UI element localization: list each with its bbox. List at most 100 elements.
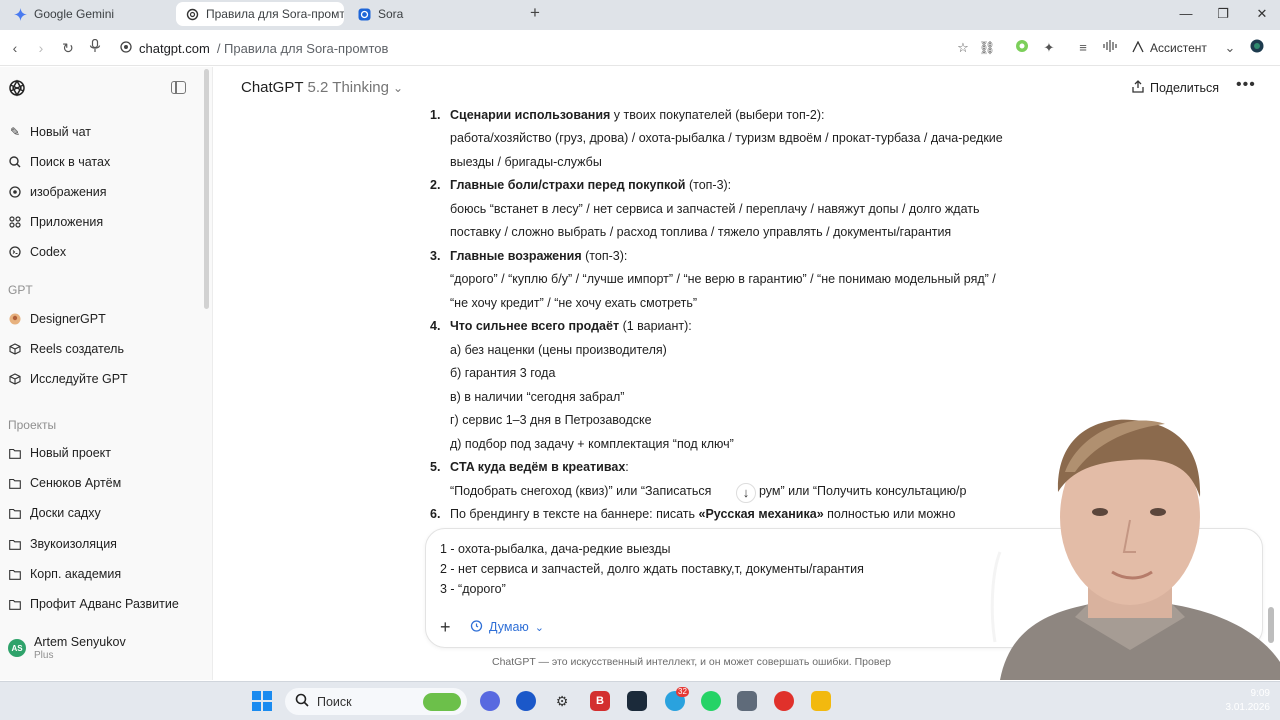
composer-text-line[interactable]: 3 - “дорого” (440, 582, 506, 596)
reload-icon[interactable]: ↻ (59, 39, 77, 57)
sidebar-item-images[interactable]: изображения (8, 181, 107, 203)
thinking-label: Думаю (489, 620, 529, 634)
sidebar-item-explore-gpt[interactable]: Исследуйте GPT (8, 368, 128, 390)
menu-lines-icon[interactable]: ≡ (1074, 39, 1092, 57)
whatsapp-icon[interactable] (701, 691, 721, 711)
share-button[interactable]: Поделиться (1132, 80, 1219, 96)
chevron-down-icon: ⌄ (534, 621, 544, 634)
sidebar-item-reels[interactable]: Reels создатель (8, 338, 124, 360)
bookmark-star-icon[interactable]: ☆ (954, 39, 972, 57)
notification-badge: 32 (676, 687, 689, 697)
folder-icon (8, 597, 22, 611)
bold-title: CTA куда ведём в креативах (450, 460, 626, 474)
model-selector[interactable]: ChatGPT 5.2 Thinking ⌄ (241, 79, 403, 96)
app-icon[interactable] (627, 691, 647, 711)
extensions-puzzle-icon[interactable]: ✦ (1040, 39, 1058, 57)
bold-title: Главные боли/страхи перед покупкой (450, 178, 686, 192)
calculator-icon[interactable] (737, 691, 757, 711)
microphone-icon[interactable] (86, 38, 104, 57)
list-item-text: работа/хозяйство (груз, дрова) / охота-р… (450, 131, 1003, 145)
scroll-down-button[interactable]: ↓ (736, 483, 756, 503)
extension-green-icon[interactable] (1013, 39, 1031, 57)
sidebar-item-project[interactable]: Новый проект (8, 442, 111, 464)
sidebar-item-project[interactable]: Корп. академия (8, 563, 121, 585)
list-option: в) в наличии “сегодня забрал” (450, 390, 625, 404)
back-icon[interactable]: ‹ (6, 39, 24, 57)
folder-icon (8, 446, 22, 460)
openai-logo-icon[interactable] (8, 79, 26, 97)
apps-icon (8, 215, 22, 229)
share-label: Поделиться (1150, 81, 1220, 95)
app-icon[interactable]: ⚙ (552, 691, 572, 711)
app-icon[interactable]: B (590, 691, 610, 711)
sidebar-item-project[interactable]: Профит Адванс Развитие (8, 593, 179, 615)
new-tab-button[interactable]: + (526, 4, 544, 22)
sidebar-scrollbar[interactable] (204, 69, 209, 309)
add-attachment-button[interactable]: + (440, 617, 451, 638)
search-icon (8, 155, 22, 169)
telegram-icon[interactable]: 32 (665, 687, 689, 711)
more-options-icon[interactable]: ••• (1236, 76, 1256, 94)
sidebar-item-codex[interactable]: Codex (8, 241, 66, 263)
list-item-heading: CTA куда ведём в креативах: (450, 460, 629, 474)
webcam-overlay (980, 412, 1280, 680)
clock-date: 3.01.2026 (1225, 702, 1271, 713)
tab-sora[interactable]: Sora (348, 2, 516, 26)
list-option: а) без наценки (цены производителя) (450, 343, 667, 357)
search-icon (295, 693, 309, 710)
sidebar-item-project[interactable]: Звукоизоляция (8, 533, 117, 555)
thinking-mode-button[interactable]: Думаю ⌄ (470, 619, 544, 635)
forward-icon[interactable]: › (32, 39, 50, 57)
close-window-button[interactable]: ✕ (1251, 4, 1273, 24)
sidebar-item-search[interactable]: Поиск в чатах (8, 151, 110, 173)
sidebar-item-project[interactable]: Доски садху (8, 502, 101, 524)
list-item-heading: Сценарии использования у твоих покупател… (450, 108, 824, 122)
list-item-text: “Подобрать снегоход (квиз)” или “Записат… (450, 484, 712, 498)
search-highlight-icon (423, 692, 461, 711)
sidebar-item-label: Codex (30, 245, 67, 259)
list-number: 4. (430, 319, 441, 333)
sidebar-item-apps[interactable]: Приложения (8, 211, 103, 233)
list-item-text: “дорого” / “куплю б/у” / “лучше импорт” … (450, 272, 996, 286)
sidebar-item-designergpt[interactable]: DesignerGPT (8, 308, 106, 330)
minimize-button[interactable]: — (1175, 4, 1197, 24)
maximize-button[interactable]: ❐ (1212, 4, 1234, 24)
composer-text-line[interactable]: 1 - охота-рыбалка, дача-редкие выезды (440, 542, 671, 556)
windows-start-icon[interactable] (252, 691, 272, 711)
system-clock[interactable]: 9:09 3.01.2026 (1218, 687, 1271, 715)
sidebar-toggle-icon[interactable] (171, 81, 186, 94)
url-field[interactable]: chatgpt.com / Правила для Sora-промтов (120, 39, 388, 57)
list-number: 5. (430, 460, 441, 474)
sidebar-item-label: Доски садху (30, 506, 101, 520)
app-icon[interactable] (516, 691, 536, 711)
cube-icon (8, 372, 22, 386)
taskbar-search[interactable]: Поиск (285, 688, 467, 715)
audio-icon[interactable] (1101, 39, 1119, 57)
tab-google-gemini[interactable]: Google Gemini (4, 2, 172, 26)
chevron-down-icon[interactable]: ⌄ (1221, 39, 1239, 57)
sidebar-item-new-chat[interactable]: ✎ Новый чат (8, 121, 91, 143)
tab-sora-rules[interactable]: Правила для Sora-промто ✕ (176, 2, 344, 26)
list-item-text: поставку / сложно выбрать / расход топли… (450, 225, 952, 239)
cube-icon (8, 342, 22, 356)
site-info-icon[interactable] (120, 40, 132, 56)
assistant-button[interactable]: Ассистент (1132, 39, 1207, 57)
folder-icon[interactable] (811, 691, 831, 711)
list-number: 6. (430, 507, 441, 521)
list-option: б) гарантия 3 года (450, 366, 556, 380)
profile-icon[interactable] (1248, 39, 1266, 57)
bold-title: Что сильнее всего продаёт (450, 319, 620, 333)
share-icon (1132, 80, 1144, 96)
sidebar-item-label: Новый чат (30, 125, 91, 139)
app-icon[interactable] (480, 691, 500, 711)
sidebar-item-label: Корп. академия (30, 567, 122, 581)
sidebar-item-project[interactable]: Сенюков Артём (8, 472, 121, 494)
user-account-button[interactable]: AS Artem Senyukov Plus (8, 635, 126, 661)
list-number: 3. (430, 249, 441, 263)
sidebar-item-label: Новый проект (30, 446, 112, 460)
folder-icon (8, 506, 22, 520)
assistant-icon (1132, 40, 1144, 56)
link-icon[interactable]: ⛓ (978, 39, 996, 57)
composer-text-line[interactable]: 2 - нет сервиса и запчастей, долго ждать… (440, 562, 864, 576)
opera-icon[interactable] (774, 691, 794, 711)
